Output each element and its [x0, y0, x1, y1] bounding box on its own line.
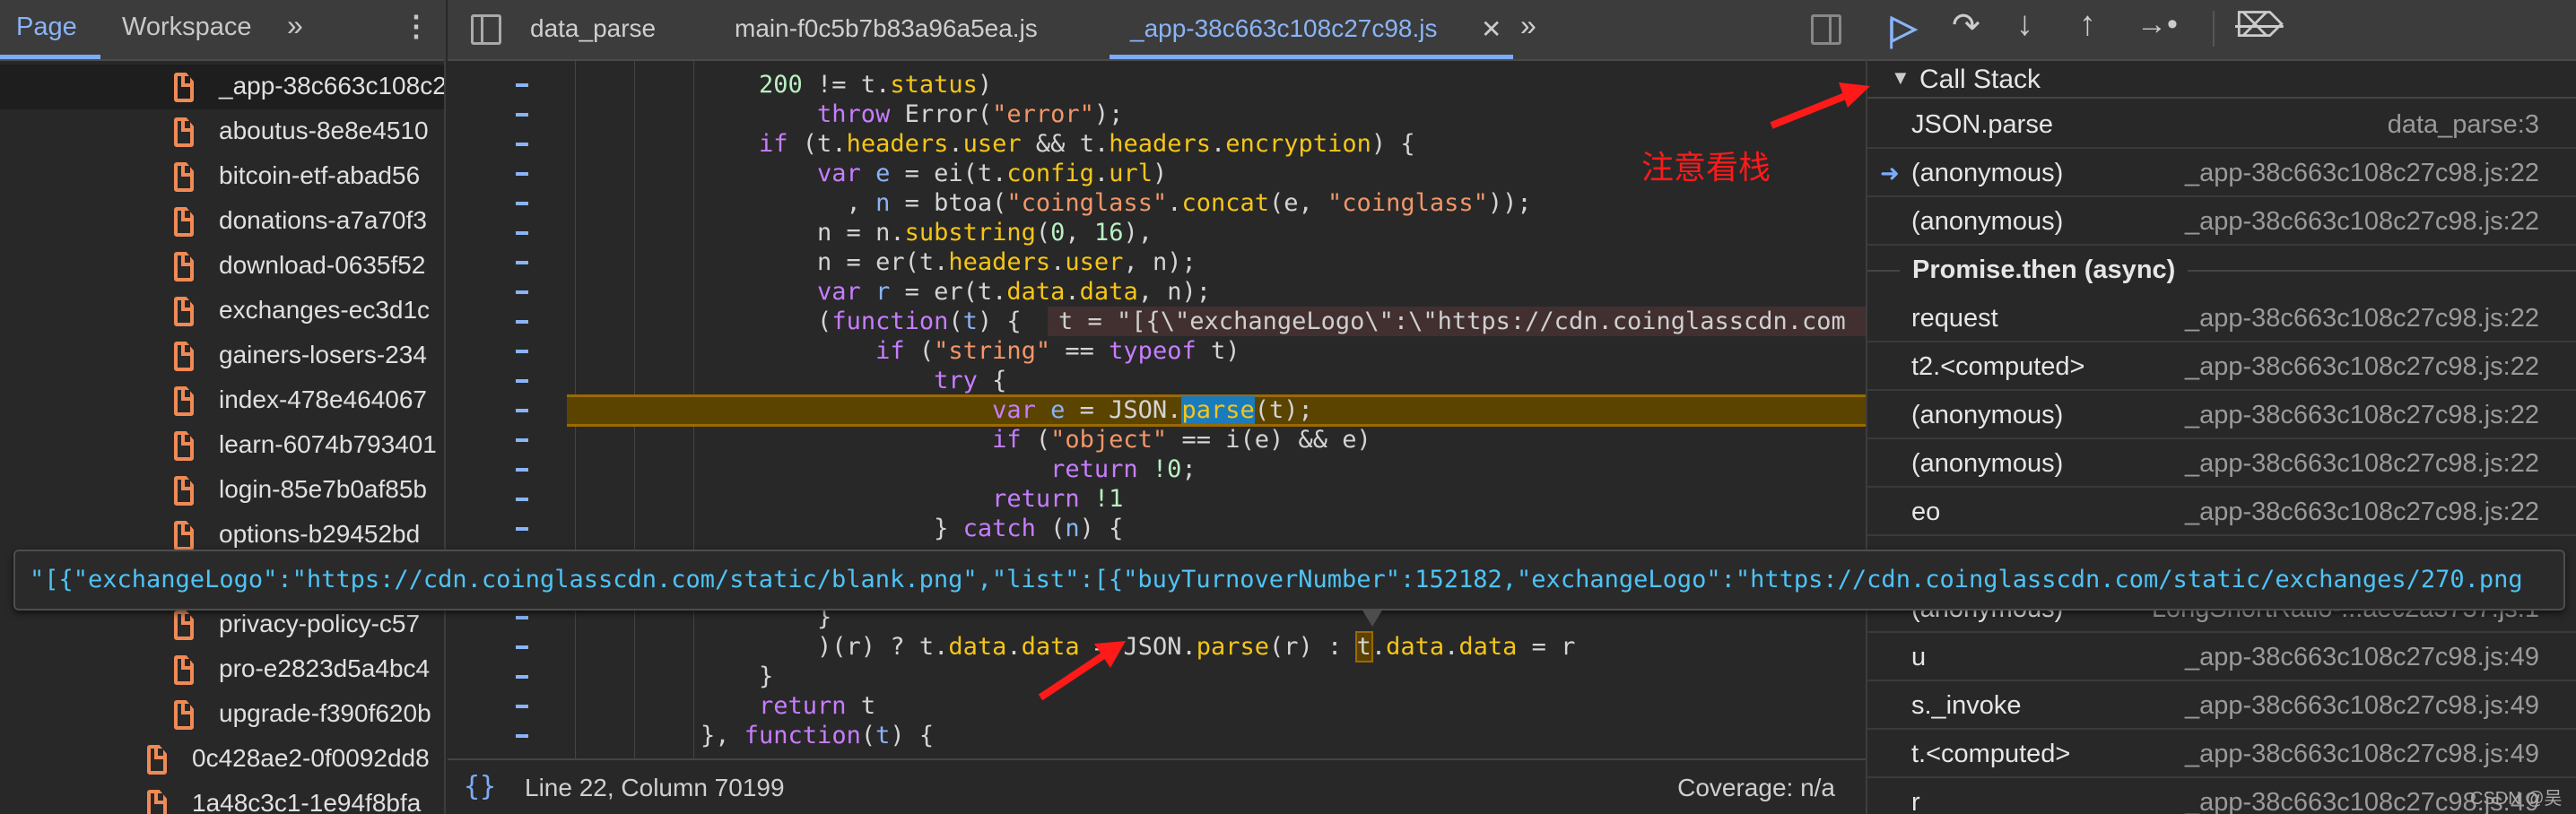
red-arrow-icon — [1770, 82, 1870, 129]
annotation-arrows — [1038, 82, 1870, 701]
red-arrow-icon — [1038, 641, 1126, 701]
